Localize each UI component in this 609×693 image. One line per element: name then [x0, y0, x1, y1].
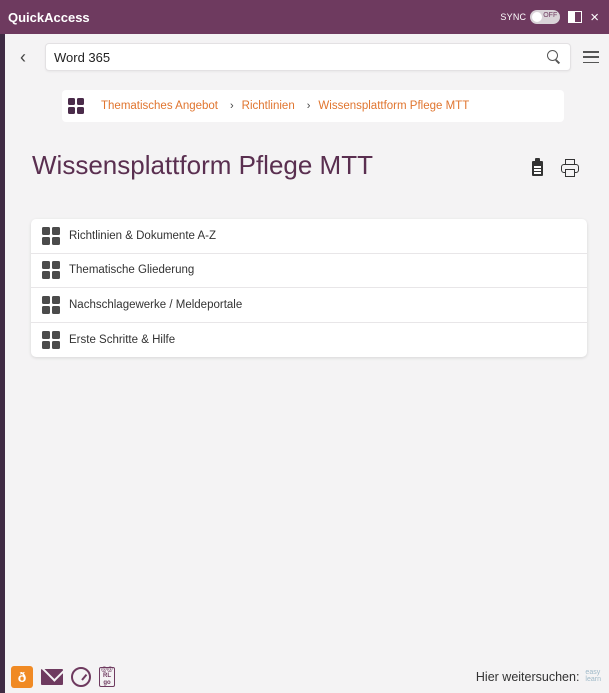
- panel-layout-icon[interactable]: [568, 11, 583, 23]
- gauge-icon[interactable]: [71, 666, 91, 687]
- search-further-label: Hier weitersuchen:: [475, 669, 580, 684]
- list-item-label: Nachschlagewerke / Meldeportale: [69, 298, 243, 311]
- sync-toggle-state: OFF: [543, 12, 558, 19]
- breadcrumb: Thematisches Angebot › Richtlinien › Wis…: [62, 90, 564, 122]
- clipboard-icon[interactable]: [531, 158, 545, 178]
- close-icon[interactable]: ×: [590, 10, 599, 25]
- title-bar: QuickAccess SYNC OFF ×: [0, 0, 609, 34]
- page-title: Wissensplattform Pflege MTT: [32, 150, 373, 180]
- list-item-label: Richtlinien & Dokumente A-Z: [69, 229, 217, 242]
- breadcrumb-separator: ›: [230, 100, 234, 112]
- footer-bar: ð @@ RL go Hier weitersuchen: easy learn: [5, 660, 609, 693]
- page-actions: [531, 158, 580, 178]
- print-icon[interactable]: [560, 158, 580, 178]
- search-box: [45, 43, 571, 71]
- sync-toggle[interactable]: OFF: [530, 10, 561, 24]
- menu-list: Richtlinien & Dokumente A-Z Thematische …: [31, 219, 587, 357]
- grid-icon: [42, 330, 60, 349]
- list-item-label: Erste Schritte & Hilfe: [69, 333, 176, 346]
- rl-icon[interactable]: @@ RL go: [99, 666, 115, 687]
- search-icon[interactable]: [546, 49, 562, 65]
- list-item-richtlinien-dokumente[interactable]: Richtlinien & Dokumente A-Z: [31, 219, 587, 254]
- app-logo-icon[interactable]: ð: [11, 665, 33, 688]
- breadcrumb-item-richtlinien[interactable]: Richtlinien: [242, 100, 295, 112]
- easylearn-logo[interactable]: easy learn: [585, 669, 601, 683]
- grid-icon: [42, 226, 60, 245]
- list-item-nachschlagewerke[interactable]: Nachschlagewerke / Meldeportale: [31, 288, 587, 323]
- toggle-knob: [532, 12, 543, 22]
- back-icon[interactable]: ‹: [9, 42, 37, 72]
- grid-icon: [42, 295, 60, 314]
- menu-icon[interactable]: [583, 51, 599, 63]
- list-item-label: Thematische Gliederung: [69, 264, 195, 277]
- search-row: ‹: [5, 38, 609, 76]
- sync-label: SYNC: [500, 12, 527, 22]
- grid-icon: [42, 261, 60, 280]
- app-title: QuickAccess: [8, 9, 90, 25]
- breadcrumb-item-thematisches-angebot[interactable]: Thematisches Angebot: [101, 100, 218, 112]
- breadcrumb-item-wissensplattform[interactable]: Wissensplattform Pflege MTT: [318, 100, 469, 112]
- list-item-erste-schritte[interactable]: Erste Schritte & Hilfe: [31, 323, 587, 358]
- list-item-thematische-gliederung[interactable]: Thematische Gliederung: [31, 254, 587, 288]
- grid-icon[interactable]: [68, 98, 84, 114]
- mail-icon[interactable]: [41, 668, 63, 685]
- breadcrumb-separator: ›: [306, 100, 311, 112]
- search-input[interactable]: [54, 49, 546, 65]
- window-frame-left: [0, 0, 5, 693]
